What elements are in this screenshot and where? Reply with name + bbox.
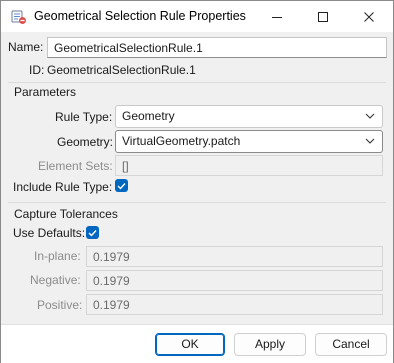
close-icon: [364, 11, 374, 22]
parameters-heading: Parameters: [14, 85, 77, 99]
in-plane-input: 0.1979: [86, 246, 383, 267]
id-label: ID:: [29, 63, 45, 77]
use-defaults-label: Use Defaults:: [13, 226, 86, 240]
positive-label: Positive:: [37, 298, 83, 312]
separator: [8, 82, 386, 83]
cancel-button[interactable]: Cancel: [315, 333, 387, 356]
ok-button[interactable]: OK: [155, 333, 225, 356]
geometry-value: VirtualGeometry.patch: [122, 134, 241, 148]
name-label: Name:: [8, 40, 44, 54]
rule-type-label: Rule Type:: [55, 110, 113, 124]
rule-type-value: Geometry: [122, 109, 175, 123]
window-title: Geometrical Selection Rule Properties: [34, 9, 246, 23]
in-plane-label: In-plane:: [34, 249, 81, 263]
maximize-icon: [318, 11, 328, 22]
include-rule-type-checkbox[interactable]: [115, 179, 128, 192]
app-icon: [11, 9, 27, 25]
title-bar[interactable]: Geometrical Selection Rule Properties: [1, 1, 393, 32]
chevron-down-icon: [365, 113, 375, 119]
geometry-label: Geometry:: [57, 135, 114, 149]
chevron-down-icon: [365, 138, 375, 144]
positive-input: 0.1979: [86, 294, 383, 315]
separator: [8, 202, 386, 203]
include-rule-type-label: Include Rule Type:: [13, 180, 113, 194]
checkmark-icon: [117, 182, 126, 190]
name-input[interactable]: GeometricalSelectionRule.1: [47, 37, 387, 58]
negative-input: 0.1979: [86, 270, 383, 291]
close-button[interactable]: [346, 1, 392, 32]
rule-type-select[interactable]: Geometry: [115, 105, 383, 128]
checkmark-icon: [88, 229, 97, 237]
capture-tolerances-heading: Capture Tolerances: [14, 207, 118, 221]
id-value: GeometricalSelectionRule.1: [47, 63, 196, 77]
dialog-window: Geometrical Selection Rule Properties Na…: [0, 0, 394, 363]
negative-label: Negative:: [30, 273, 81, 287]
maximize-button[interactable]: [300, 1, 346, 32]
minimize-button[interactable]: [254, 1, 300, 32]
minimize-icon: [272, 16, 282, 18]
apply-button[interactable]: Apply: [234, 333, 306, 356]
element-sets-input: []: [115, 155, 383, 176]
geometry-select[interactable]: VirtualGeometry.patch: [115, 130, 383, 153]
use-defaults-checkbox[interactable]: [86, 226, 99, 239]
element-sets-label: Element Sets:: [38, 159, 113, 173]
